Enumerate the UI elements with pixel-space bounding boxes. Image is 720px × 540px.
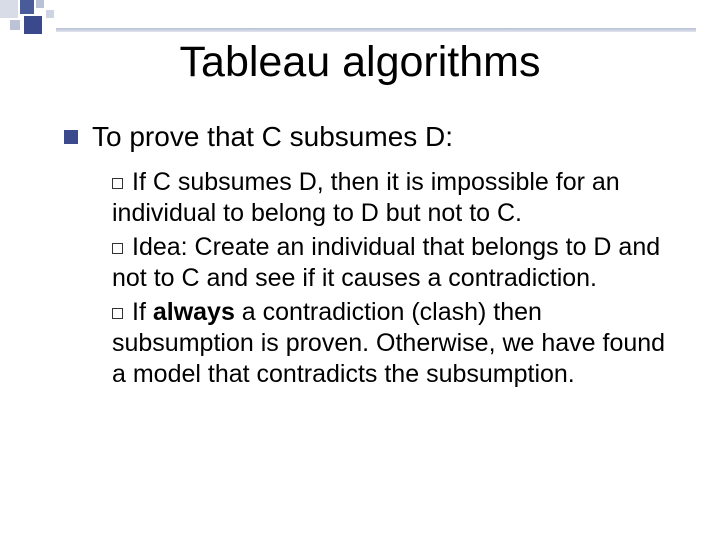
list-item: If always a contradiction (clash) then s…	[112, 297, 672, 390]
hollow-square-icon	[112, 178, 123, 189]
sub-point-pre: If	[132, 298, 153, 326]
level2-list: If C subsumes D, then it is impossible f…	[112, 167, 672, 390]
sub-point-text: If C subsumes D, then it is impossible f…	[112, 168, 620, 227]
hollow-square-icon	[112, 308, 123, 319]
sub-point-text: Idea: Create an individual that belongs …	[112, 233, 660, 292]
bullet-level1: To prove that C subsumes D:	[64, 121, 672, 153]
list-item: Idea: Create an individual that belongs …	[112, 232, 672, 294]
list-item: If C subsumes D, then it is impossible f…	[112, 167, 672, 229]
slide-body: Tableau algorithms To prove that C subsu…	[0, 0, 720, 540]
slide-title: Tableau algorithms	[48, 38, 672, 87]
square-bullet-icon	[64, 130, 78, 144]
level1-text: To prove that C subsumes D:	[92, 121, 453, 153]
sub-point-bold: always	[153, 298, 235, 326]
hollow-square-icon	[112, 243, 123, 254]
